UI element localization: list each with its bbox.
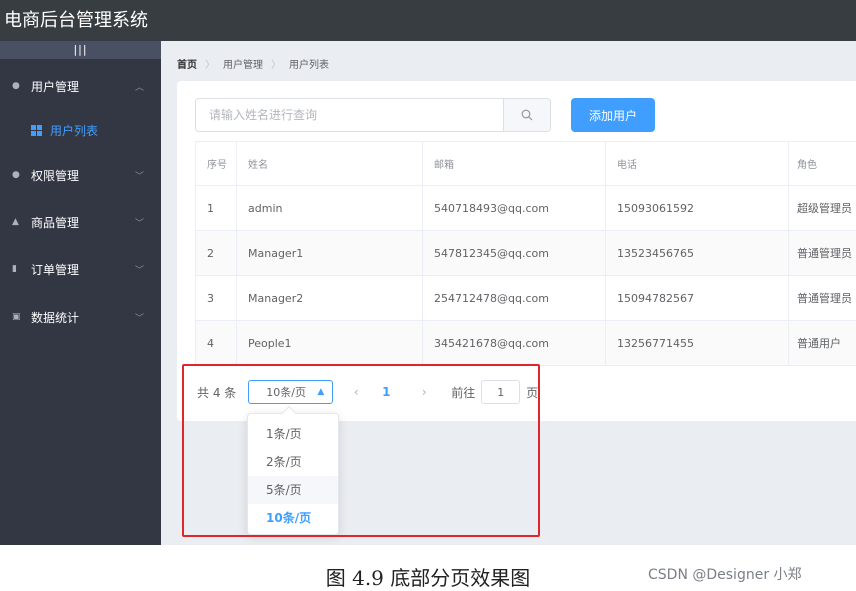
add-user-button[interactable]: 添加用户	[571, 98, 655, 132]
table-cell: 普通用户	[797, 337, 841, 350]
table-cell: 1	[195, 186, 237, 230]
table-cell: admin	[237, 186, 423, 230]
breadcrumb-level2: 用户列表	[289, 60, 329, 71]
watermark: CSDN @Designer 小郑	[648, 567, 802, 583]
search-icon	[521, 109, 533, 121]
table-cell: 超级管理员	[797, 202, 852, 215]
chevron-up-icon: ︿	[135, 82, 145, 93]
search-input[interactable]	[196, 99, 503, 131]
chevron-down-icon: ﹀	[135, 265, 145, 276]
column-header: 序号	[195, 142, 237, 185]
sidebar: ||| ● 用户管理 ︿ 用户列表 ● 权限管理 ﹀ ▲ 商品管理 ﹀ ▮ 订单…	[0, 41, 161, 545]
breadcrumb-separator: 〉	[271, 60, 281, 71]
search-box	[195, 98, 551, 132]
column-header: 姓名	[237, 142, 423, 185]
column-header: 电话	[606, 142, 789, 185]
table-cell: Manager1	[237, 231, 423, 275]
sidebar-subitem-label: 用户列表	[50, 123, 99, 138]
sidebar-item-order-management[interactable]: ▮ 订单管理 ﹀	[0, 254, 161, 284]
table-cell: 13523456765	[606, 231, 789, 275]
sidebar-subitem-user-list[interactable]: 用户列表	[0, 115, 161, 145]
table-cell: 254712478@qq.com	[423, 276, 606, 320]
table-cell: Manager2	[237, 276, 423, 320]
breadcrumb-level1: 用户管理	[223, 60, 263, 71]
search-button[interactable]	[503, 99, 550, 131]
table-cell: 13256771455	[606, 321, 789, 365]
table-cell: 540718493@qq.com	[423, 186, 606, 230]
breadcrumb-home[interactable]: 首页	[177, 56, 197, 71]
chevron-down-icon: ﹀	[135, 218, 145, 229]
user-table: 序号 姓名 邮箱 电话 角色 1 admin 540718493@qq.com …	[195, 141, 856, 366]
table-cell: 15093061592	[606, 186, 789, 230]
table-cell: People1	[237, 321, 423, 365]
user-icon: ●	[12, 81, 20, 91]
sidebar-item-label: 商品管理	[31, 215, 80, 230]
sidebar-item-user-management[interactable]: ● 用户管理 ︿	[0, 71, 161, 101]
table-cell: 普通管理员	[797, 292, 852, 305]
breadcrumb-separator: 〉	[205, 60, 215, 71]
column-header: 邮箱	[423, 142, 606, 185]
stats-icon: ▣	[12, 312, 21, 322]
sidebar-item-label: 用户管理	[31, 79, 80, 94]
sidebar-item-label: 数据统计	[31, 310, 80, 325]
table-row: 1 admin 540718493@qq.com 15093061592 超级管…	[195, 186, 856, 231]
table-cell: 345421678@qq.com	[423, 321, 606, 365]
table-row: 3 Manager2 254712478@qq.com 15094782567 …	[195, 276, 856, 321]
column-header: 角色	[797, 160, 817, 171]
chevron-down-icon: ﹀	[135, 171, 145, 182]
sidebar-item-goods-management[interactable]: ▲ 商品管理 ﹀	[0, 207, 161, 237]
table-cell: 547812345@qq.com	[423, 231, 606, 275]
highlight-annotation-box	[182, 364, 540, 537]
table-row: 4 People1 345421678@qq.com 13256771455 普…	[195, 321, 856, 366]
table-cell: 普通管理员	[797, 247, 852, 260]
table-row: 2 Manager1 547812345@qq.com 13523456765 …	[195, 231, 856, 276]
table-cell: 15094782567	[606, 276, 789, 320]
table-cell: 4	[195, 321, 237, 365]
breadcrumb: 首页 〉 用户管理 〉 用户列表	[177, 56, 329, 71]
app-title: 电商后台管理系统	[4, 10, 148, 31]
sidebar-item-label: 权限管理	[31, 168, 80, 183]
chevron-down-icon: ﹀	[135, 313, 145, 324]
table-header-row: 序号 姓名 邮箱 电话 角色	[195, 142, 856, 186]
goods-icon: ▲	[12, 217, 19, 227]
table-cell: 2	[195, 231, 237, 275]
sidebar-item-data-statistics[interactable]: ▣ 数据统计 ﹀	[0, 302, 161, 332]
top-header: 电商后台管理系统	[0, 0, 856, 41]
grid-icon	[31, 124, 42, 136]
permission-icon: ●	[12, 170, 20, 180]
sidebar-item-permission-management[interactable]: ● 权限管理 ﹀	[0, 160, 161, 190]
sidebar-item-label: 订单管理	[31, 262, 80, 277]
sidebar-collapse-toggle[interactable]: |||	[0, 41, 161, 59]
order-icon: ▮	[12, 264, 17, 274]
table-cell: 3	[195, 276, 237, 320]
app-root: 电商后台管理系统 ||| ● 用户管理 ︿ 用户列表 ● 权限管理 ﹀ ▲ 商品…	[0, 0, 856, 591]
